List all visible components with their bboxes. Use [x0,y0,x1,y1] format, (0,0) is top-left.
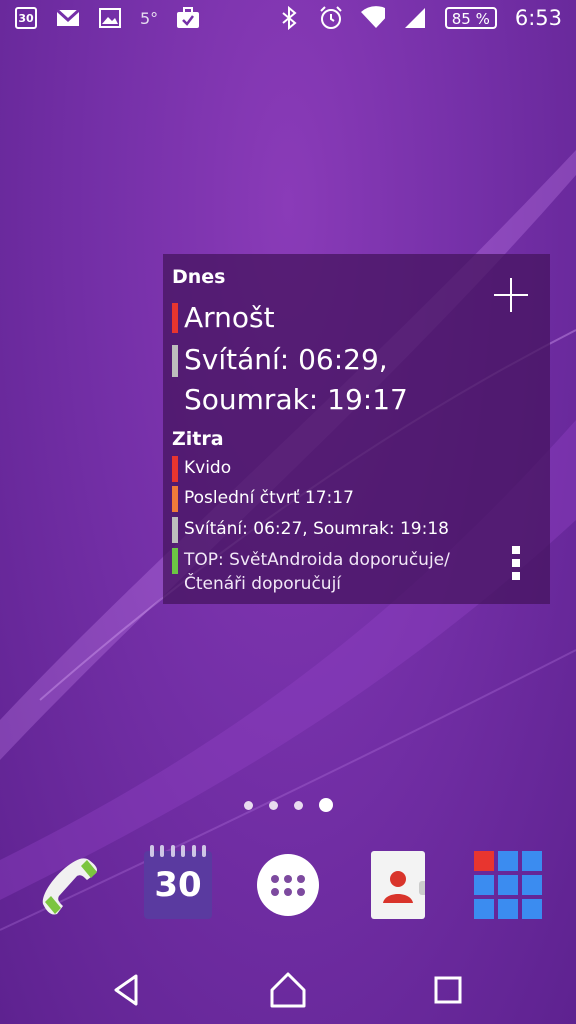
event-color-bar [172,303,178,333]
page-dot [293,800,303,810]
tomorrow-event-1[interactable]: Kvido [172,456,231,482]
event-text: TOP: SvětAndroida doporučuje/Čtenáři dop… [184,550,450,594]
today-event-2[interactable]: Svítání: 06:29, Soumrak: 19:17 [172,340,517,420]
gmail-icon [56,6,80,30]
tomorrow-event-4[interactable]: TOP: SvětAndroida doporučuje/Čtenáři dop… [172,548,507,596]
event-text: Svítání: 06:29, Soumrak: 19:17 [184,343,408,416]
temperature: 5° [140,8,159,28]
back-icon [114,974,138,1006]
alarm-icon [319,6,343,30]
recents-icon [434,976,462,1004]
today-event-1[interactable]: Arnošt [172,298,512,338]
wifi-icon [360,6,385,30]
calendar-icon: 30 [14,6,38,30]
event-color-bar [172,456,178,482]
navigation-bar [0,955,576,1024]
tomorrow-heading: Zitra [172,428,224,450]
contacts-icon [371,851,425,919]
bluetooth-icon [277,6,301,30]
page-dot [243,800,253,810]
gallery-icon [98,6,122,30]
app-drawer-button[interactable] [248,845,328,925]
task-icon [176,6,200,30]
apps-grid-icon [257,854,319,916]
signal-icon [403,6,427,30]
calendar-app-icon: 30 [144,845,212,919]
recents-button[interactable] [428,970,468,1010]
page-dot-active [318,798,333,812]
battery-indicator: 85 % [444,7,497,29]
phone-app[interactable] [30,845,110,925]
event-text: Arnošt [184,301,275,334]
today-heading: Dnes [172,266,226,288]
event-color-bar [172,517,178,543]
more-options-icon[interactable] [512,546,520,585]
event-color-bar [172,486,178,512]
xperia-apps[interactable] [468,845,548,925]
event-color-bar [172,548,178,574]
status-bar: 30 5° 85 % 6:53 [0,0,576,40]
back-button[interactable] [108,970,148,1010]
dock: 30 [0,845,576,925]
calendar-day: 30 [15,7,37,29]
tomorrow-event-2[interactable]: Poslední čtvrť 17:17 [172,486,354,512]
event-text: Svítání: 06:27, Soumrak: 19:18 [184,519,449,539]
event-color-bar [172,345,178,377]
phone-icon [42,858,97,915]
calendar-app-day: 30 [154,865,202,905]
page-indicator [0,798,576,812]
agenda-widget[interactable]: Dnes Arnošt Svítání: 06:29, Soumrak: 19:… [163,254,550,604]
contacts-app[interactable] [358,845,438,925]
home-icon [270,972,306,1008]
event-text: Poslední čtvrť 17:17 [184,488,354,508]
app-grid-icon [474,851,542,919]
clock: 6:53 [514,6,562,30]
tomorrow-event-3[interactable]: Svítání: 06:27, Soumrak: 19:18 [172,517,449,543]
page-dot [268,800,278,810]
calendar-app[interactable]: 30 [138,845,218,925]
home-button[interactable] [268,970,308,1010]
event-text: Kvido [184,458,232,478]
